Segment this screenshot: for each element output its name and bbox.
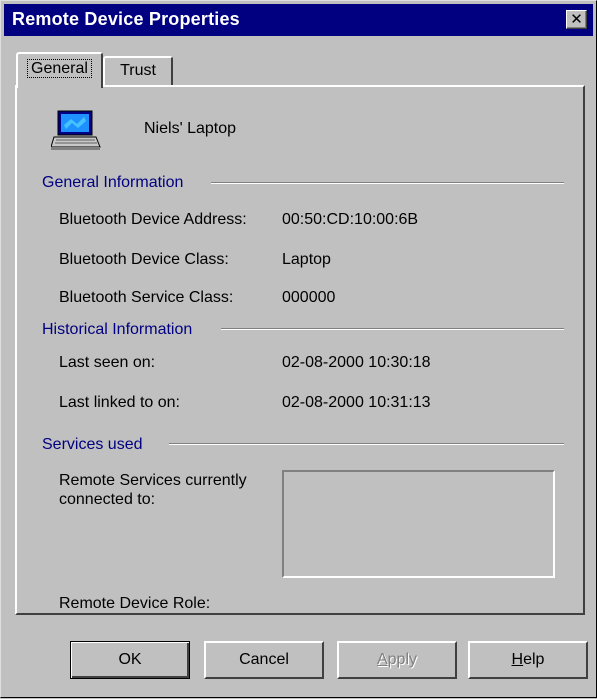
cancel-button-label: Cancel bbox=[239, 651, 289, 668]
ok-button[interactable]: OK bbox=[70, 641, 190, 679]
apply-button-mnemonic: A bbox=[376, 651, 388, 668]
tab-general[interactable]: General bbox=[16, 52, 103, 88]
apply-button-label: pply bbox=[387, 651, 418, 668]
tab-trust[interactable]: Trust bbox=[103, 56, 173, 85]
cancel-button[interactable]: Cancel bbox=[204, 641, 324, 679]
help-button-mnemonic: H bbox=[511, 651, 524, 668]
help-button[interactable]: Help bbox=[468, 641, 588, 679]
apply-button[interactable]: Apply bbox=[337, 641, 457, 679]
tab-general-label: General bbox=[27, 59, 92, 78]
title-bar[interactable]: Remote Device Properties ✕ bbox=[4, 4, 593, 36]
ok-button-label: OK bbox=[118, 651, 142, 668]
window-title: Remote Device Properties bbox=[12, 9, 240, 29]
connected-services-listbox[interactable] bbox=[282, 470, 555, 578]
close-icon: ✕ bbox=[570, 11, 583, 28]
tab-trust-label: Trust bbox=[120, 62, 156, 79]
help-button-label: elp bbox=[523, 651, 545, 668]
close-button[interactable]: ✕ bbox=[566, 10, 587, 29]
properties-dialog: Remote Device Properties ✕ General Trust… bbox=[0, 0, 597, 698]
